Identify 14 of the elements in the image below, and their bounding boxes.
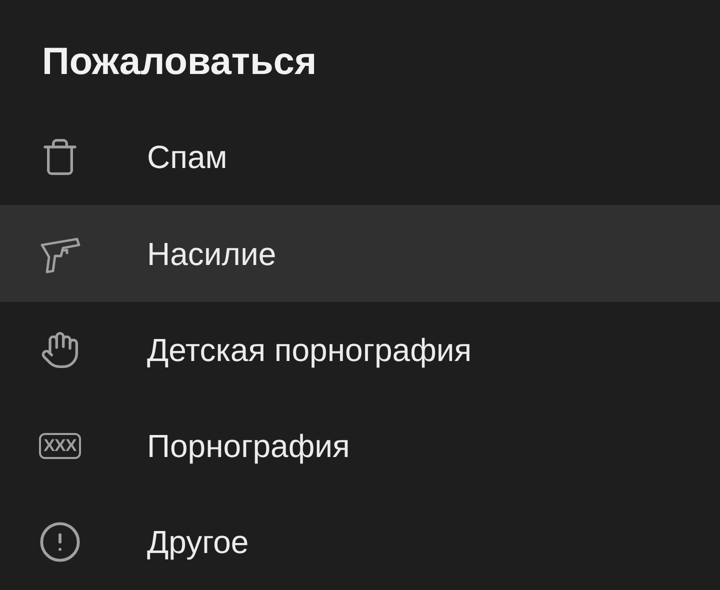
report-option[interactable]: Насилие xyxy=(0,205,720,302)
option-label: Детская порнография xyxy=(147,330,472,370)
dialog-title: Пожаловаться xyxy=(42,40,317,85)
option-label: Порнография xyxy=(147,426,350,466)
report-option[interactable]: XXX Порнография xyxy=(0,398,720,494)
alert-icon xyxy=(38,520,82,564)
option-label: Спам xyxy=(147,138,228,178)
report-option[interactable]: Другое xyxy=(0,494,720,590)
report-option[interactable]: Детская порнография xyxy=(0,302,720,398)
option-label: Насилие xyxy=(147,234,276,274)
report-option[interactable]: Спам xyxy=(0,109,720,206)
hand-icon xyxy=(40,330,80,370)
option-label: Другое xyxy=(147,522,249,562)
xxx-icon: XXX xyxy=(38,432,82,459)
